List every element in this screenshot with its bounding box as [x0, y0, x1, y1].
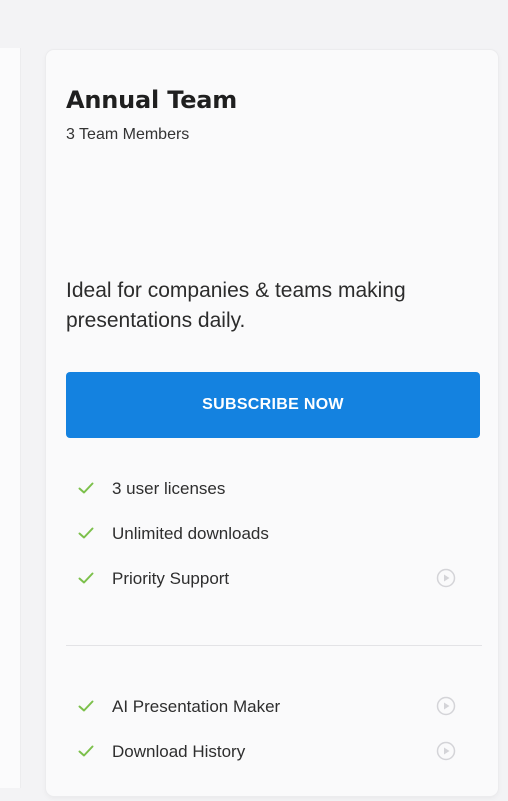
feature-item-download-history: Download History — [46, 729, 498, 774]
feature-item-user-licenses: 3 user licenses — [46, 466, 498, 511]
check-icon — [78, 700, 94, 712]
feature-label: AI Presentation Maker — [112, 696, 281, 716]
adjacent-card-edge — [0, 48, 21, 788]
subscribe-now-button[interactable]: SUBSCRIBE NOW — [66, 372, 480, 438]
feature-label: Download History — [112, 741, 246, 761]
plan-subtitle: 3 Team Members — [66, 126, 190, 143]
feature-label: Unlimited downloads — [112, 523, 269, 543]
extra-feature-list: AI Presentation Maker Download History — [46, 684, 498, 774]
feature-item-ai-presentation-maker: AI Presentation Maker — [46, 684, 498, 729]
feature-label: Priority Support — [112, 568, 230, 588]
check-icon — [78, 527, 94, 539]
feature-list: 3 user licenses Unlimited downloads Prio… — [46, 466, 498, 601]
feature-item-unlimited-downloads: Unlimited downloads — [46, 511, 498, 556]
feature-label: 3 user licenses — [112, 478, 226, 498]
check-icon — [78, 572, 94, 584]
check-icon — [78, 482, 94, 494]
check-icon — [78, 745, 94, 757]
plan-title: Annual Team — [66, 86, 238, 114]
section-divider — [66, 645, 482, 646]
play-video-icon[interactable] — [436, 696, 456, 716]
play-video-icon[interactable] — [436, 568, 456, 588]
plan-description: Ideal for companies & teams making prese… — [66, 279, 406, 332]
play-video-icon[interactable] — [436, 741, 456, 761]
pricing-card: Annual Team 3 Team Members Ideal for com… — [46, 50, 498, 796]
feature-item-priority-support: Priority Support — [46, 556, 498, 601]
